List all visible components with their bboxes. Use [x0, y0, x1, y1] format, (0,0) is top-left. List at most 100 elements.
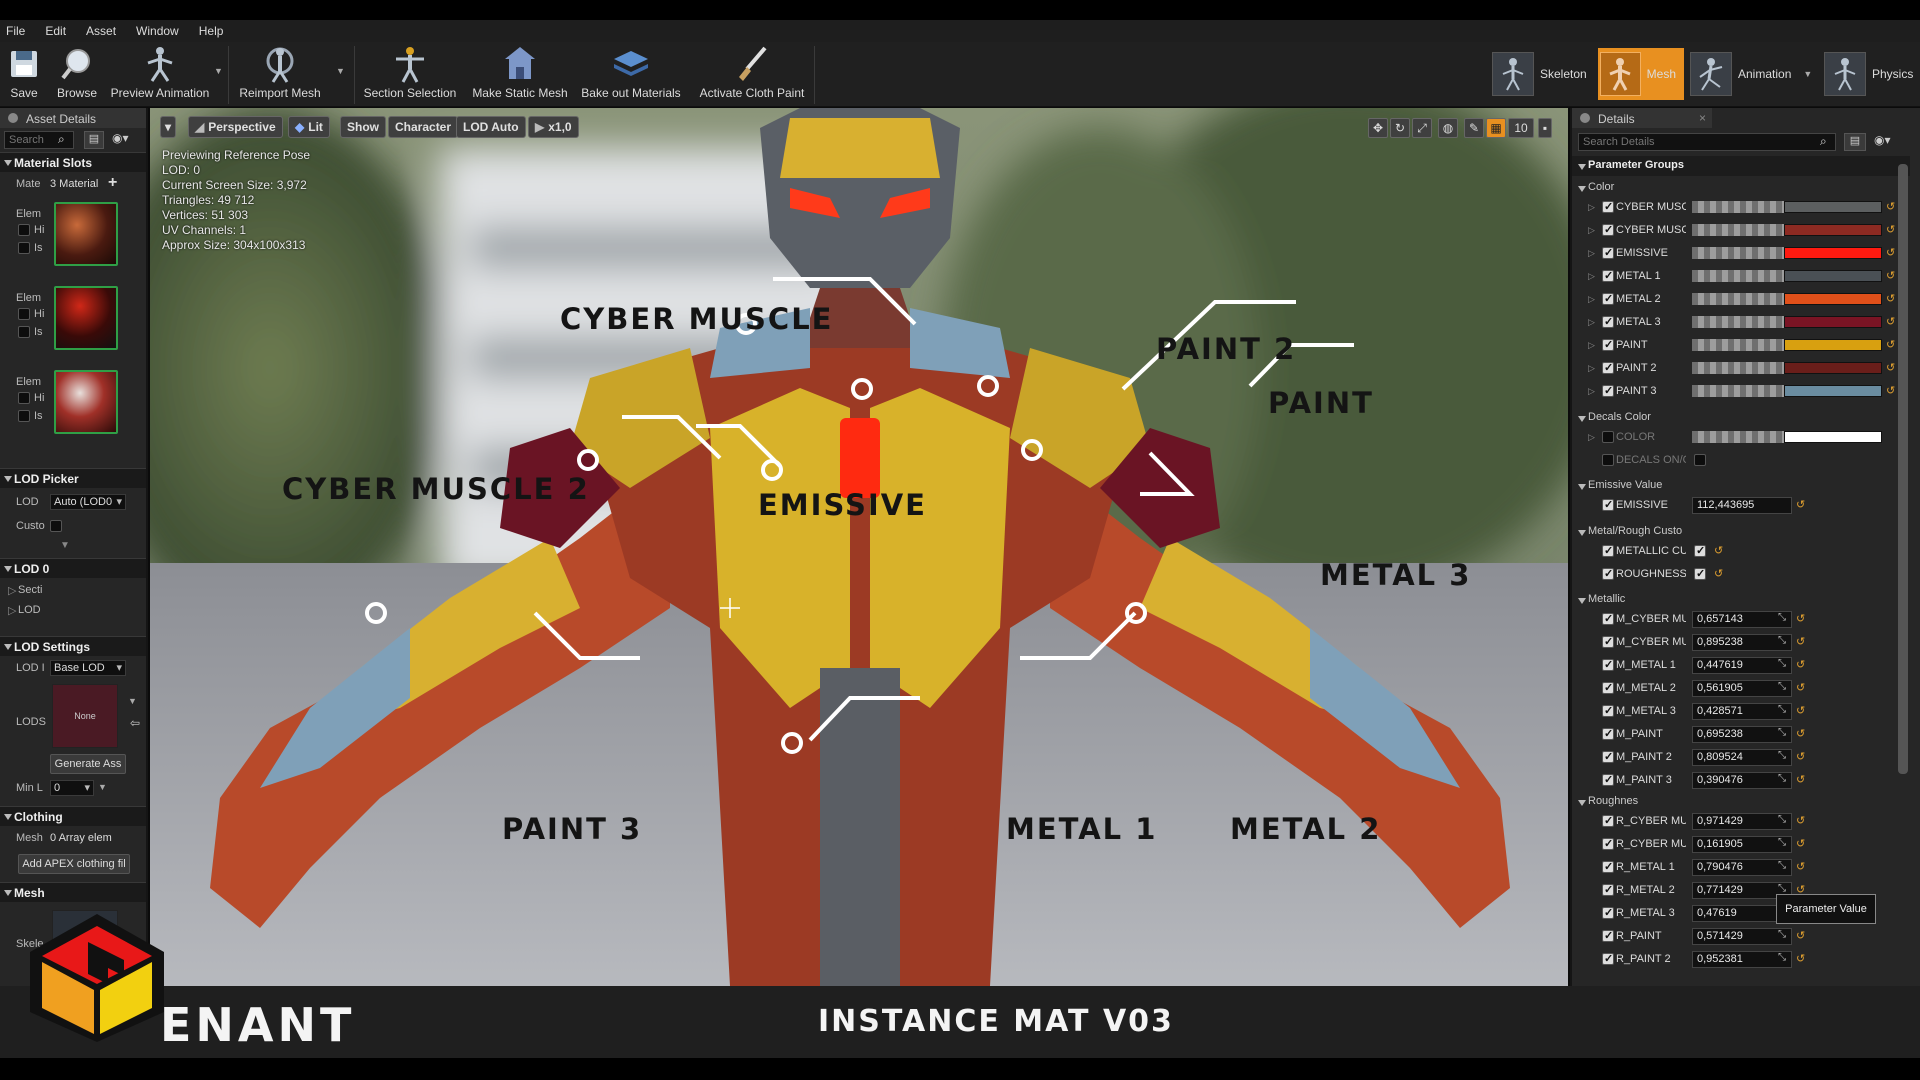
viewport[interactable]: ▾ ◢ Perspective ◆ Lit Show Character LOD A…: [150, 108, 1568, 986]
roughness-custom-toggle[interactable]: [1694, 567, 1706, 580]
menu-help[interactable]: Help: [199, 24, 224, 38]
param-value-field[interactable]: 0,695238: [1692, 726, 1792, 743]
reset-to-default-icon[interactable]: ↺: [1796, 681, 1805, 694]
viewport-options-dropdown[interactable]: ▾: [160, 116, 177, 138]
slider-drag-icon[interactable]: ⤡: [1778, 681, 1786, 692]
mode-skeleton[interactable]: Skeleton: [1492, 48, 1596, 100]
mode-physics[interactable]: Physics: [1824, 48, 1920, 100]
reimport-mesh-button[interactable]: Reimport Mesh: [236, 44, 324, 104]
roughness-section-header[interactable]: Roughnes: [1572, 792, 1910, 812]
expand-arrow-icon[interactable]: ▷: [1588, 317, 1595, 328]
visibility-eye-icon[interactable]: ◉▾: [112, 131, 129, 145]
preview-animation-button[interactable]: Preview Animation: [108, 44, 212, 104]
element-1-isolate-checkbox[interactable]: [18, 326, 30, 338]
param-checkbox[interactable]: [1602, 338, 1614, 351]
lit-button[interactable]: ◆ Lit: [288, 116, 330, 138]
slider-drag-icon[interactable]: ⤡: [1778, 658, 1786, 669]
reset-to-default-icon[interactable]: ↺: [1796, 814, 1805, 827]
details-tab[interactable]: Details ×: [1572, 108, 1712, 128]
reset-to-default-icon[interactable]: ↺: [1886, 315, 1895, 328]
element-0-isolate-checkbox[interactable]: [18, 242, 30, 254]
bake-out-materials-button[interactable]: Bake out Materials: [578, 44, 684, 104]
menu-window[interactable]: Window: [136, 24, 179, 38]
param-checkbox[interactable]: [1602, 860, 1614, 873]
reset-to-default-icon[interactable]: ↺: [1886, 384, 1895, 397]
param-checkbox[interactable]: [1602, 704, 1614, 717]
generate-asset-button[interactable]: Generate Ass: [50, 754, 126, 774]
color-swatch[interactable]: [1784, 339, 1882, 351]
param-checkbox[interactable]: [1602, 929, 1614, 942]
reset-to-default-icon[interactable]: ↺: [1886, 361, 1895, 374]
animation-dropdown-icon[interactable]: ▼: [1803, 69, 1812, 79]
translate-icon[interactable]: ✥: [1368, 118, 1388, 138]
slider-drag-icon[interactable]: ⤡: [1778, 612, 1786, 623]
param-value-field[interactable]: 0,809524: [1692, 749, 1792, 766]
param-checkbox[interactable]: [1602, 292, 1614, 305]
make-static-mesh-button[interactable]: Make Static Mesh: [470, 44, 570, 104]
material-thumbnail[interactable]: [54, 202, 118, 266]
param-value-field[interactable]: 0,895238: [1692, 634, 1792, 651]
rotate-icon[interactable]: ↻: [1390, 118, 1410, 138]
color-swatch[interactable]: [1784, 316, 1882, 328]
decals-color-section-header[interactable]: Decals Color: [1572, 408, 1910, 428]
slider-drag-icon[interactable]: ⤡: [1778, 704, 1786, 715]
param-checkbox[interactable]: [1602, 814, 1614, 827]
slider-drag-icon[interactable]: ⤡: [1778, 860, 1786, 871]
param-checkbox[interactable]: [1602, 773, 1614, 786]
param-value-field[interactable]: 0,390476: [1692, 772, 1792, 789]
show-button[interactable]: Show: [340, 116, 386, 138]
param-checkbox[interactable]: [1602, 906, 1614, 919]
element-0-hide-checkbox[interactable]: [18, 224, 30, 236]
material-thumbnail[interactable]: [54, 286, 118, 350]
base-lod-dropdown[interactable]: Base LOD: [50, 660, 126, 676]
reset-to-default-icon[interactable]: ↺: [1796, 612, 1805, 625]
param-value-field[interactable]: 0,428571: [1692, 703, 1792, 720]
element-2-isolate-checkbox[interactable]: [18, 410, 30, 422]
mode-mesh[interactable]: Mesh: [1598, 48, 1684, 100]
param-checkbox[interactable]: [1602, 454, 1614, 466]
color-swatch-white[interactable]: [1784, 431, 1882, 443]
reset-to-default-icon[interactable]: ↺: [1796, 658, 1805, 671]
details-search-input[interactable]: [1578, 133, 1836, 151]
color-swatch[interactable]: [1784, 247, 1882, 259]
element-2-hide-checkbox[interactable]: [18, 392, 30, 404]
reset-to-default-icon[interactable]: ↺: [1714, 544, 1723, 557]
param-checkbox[interactable]: [1602, 223, 1614, 236]
preview-animation-dropdown-icon[interactable]: ▼: [214, 66, 223, 76]
lod-settings-asset-thumbnail[interactable]: None: [52, 684, 118, 748]
expand-arrow-icon[interactable]: ▷: [1588, 386, 1595, 397]
emissive-value-section-header[interactable]: Emissive Value: [1572, 476, 1910, 496]
expand-arrow-icon[interactable]: ▼: [60, 540, 70, 551]
color-swatch[interactable]: [1784, 293, 1882, 305]
perspective-button[interactable]: ◢ Perspective: [188, 116, 283, 138]
color-swatch[interactable]: [1784, 385, 1882, 397]
reset-to-default-icon[interactable]: ↺: [1796, 635, 1805, 648]
reset-to-default-icon[interactable]: ↺: [1796, 750, 1805, 763]
param-value-field[interactable]: 0,971429: [1692, 813, 1792, 830]
param-checkbox[interactable]: [1602, 200, 1614, 213]
param-value-field[interactable]: 0,790476: [1692, 859, 1792, 876]
reset-to-default-icon[interactable]: ↺: [1886, 292, 1895, 305]
metallic-section-header[interactable]: Metallic: [1572, 590, 1910, 610]
slider-drag-icon[interactable]: ⤡: [1778, 837, 1786, 848]
reset-to-default-icon[interactable]: ↺: [1796, 952, 1805, 965]
metallic-custom-toggle[interactable]: [1694, 544, 1706, 557]
slider-drag-icon[interactable]: ⤡: [1778, 773, 1786, 784]
world-local-icon[interactable]: ◍: [1438, 118, 1458, 138]
min-lod-dropdown-icon[interactable]: ▼: [98, 782, 107, 792]
param-checkbox[interactable]: [1602, 384, 1614, 397]
expand-arrow-icon[interactable]: ▷: [1588, 202, 1595, 213]
close-icon[interactable]: ×: [1699, 111, 1706, 125]
custom-lod-checkbox[interactable]: [50, 520, 62, 532]
activate-cloth-paint-button[interactable]: Activate Cloth Paint: [694, 44, 810, 104]
playback-speed-button[interactable]: ▶ x1,0: [528, 116, 579, 138]
section-selection-button[interactable]: Section Selection: [362, 44, 458, 104]
param-value-field[interactable]: 0,952381: [1692, 951, 1792, 968]
menu-file[interactable]: File: [6, 24, 25, 38]
param-value-field[interactable]: 0,161905: [1692, 836, 1792, 853]
reset-to-default-icon[interactable]: ↺: [1714, 567, 1723, 580]
param-checkbox[interactable]: [1602, 750, 1614, 763]
param-value-field[interactable]: 0,657143: [1692, 611, 1792, 628]
slider-drag-icon[interactable]: ⤡: [1778, 814, 1786, 825]
reset-to-default-icon[interactable]: ↺: [1796, 860, 1805, 873]
